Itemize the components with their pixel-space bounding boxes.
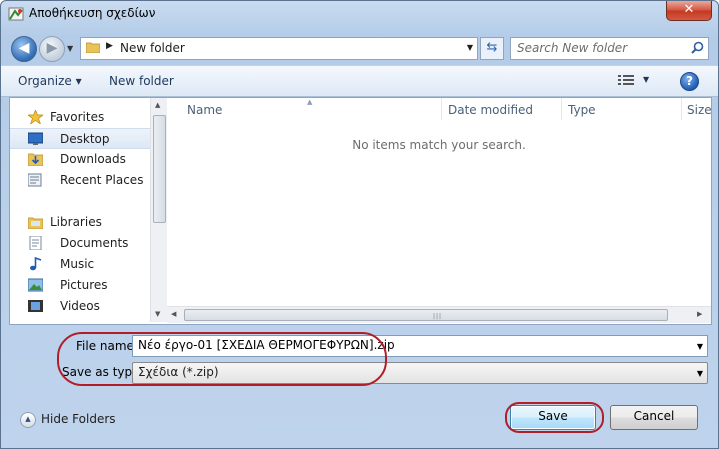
view-options-icon[interactable] [618, 74, 634, 87]
videos-icon [28, 300, 43, 312]
documents-icon [29, 236, 42, 250]
sidebar-item-label: Music [60, 257, 95, 271]
column-divider[interactable] [561, 98, 562, 120]
breadcrumb-new-folder[interactable]: New folder [120, 41, 185, 55]
hide-folders-button[interactable]: ▲ Hide Folders [20, 411, 120, 429]
folder-icon [86, 42, 100, 53]
column-divider[interactable] [681, 98, 682, 120]
sidebar-item-label: Favorites [50, 110, 105, 124]
file-name-dropdown-arrow[interactable]: ▼ [697, 342, 703, 351]
view-dropdown-arrow[interactable]: ▼ [643, 75, 649, 84]
column-divider[interactable] [441, 98, 442, 120]
app-icon [8, 7, 24, 21]
sidebar-item-music[interactable]: Music [10, 254, 150, 275]
scroll-thumb[interactable]: ||| [184, 309, 668, 321]
forward-button[interactable]: ▶ [39, 36, 65, 62]
column-header-type[interactable]: Type [568, 103, 596, 117]
recent-pages-dropdown[interactable]: ▼ [67, 44, 73, 53]
save-button[interactable]: Save [510, 405, 596, 430]
scroll-left-arrow[interactable]: ◀ [171, 310, 176, 318]
search-box[interactable]: Search New folder [510, 37, 709, 60]
search-icon[interactable] [691, 41, 704, 54]
sidebar-item-label: Libraries [50, 215, 102, 229]
help-icon[interactable]: ? [680, 72, 699, 91]
scroll-down-arrow[interactable]: ▼ [155, 310, 160, 318]
sidebar-item-label: Videos [60, 299, 100, 313]
recent-places-icon [28, 173, 42, 187]
downloads-folder-icon [28, 153, 43, 166]
file-name-input[interactable] [133, 336, 686, 354]
command-toolbar: Organize ▾ New folder ▼ ? [1, 65, 718, 97]
close-button[interactable]: ✕ [666, 1, 712, 21]
refresh-button[interactable]: ⇆ [480, 37, 504, 60]
address-dropdown-arrow[interactable]: ▼ [467, 43, 473, 52]
sidebar-group-favorites[interactable]: Favorites [10, 107, 150, 128]
sidebar-group-libraries[interactable]: Libraries [10, 212, 150, 233]
navigation-pane: Favorites Desktop Downloads Recent Place… [10, 98, 150, 322]
column-header-size[interactable]: Size [687, 103, 712, 117]
nav-pane-scrollbar[interactable]: ▲ ▼ [150, 98, 167, 322]
organize-button[interactable]: Organize ▾ [18, 74, 82, 88]
new-folder-button[interactable]: New folder [109, 74, 174, 88]
column-header-name[interactable]: Name [187, 103, 222, 117]
sidebar-item-label: Downloads [60, 152, 126, 166]
title-bar: Αποθήκευση σχεδίων ✕ [1, 1, 718, 29]
scroll-grip-icon: ||| [433, 313, 443, 320]
address-bar[interactable]: ▶ New folder ▼ [80, 37, 478, 60]
music-icon [30, 257, 42, 271]
pictures-icon [28, 278, 43, 292]
save-as-type-value: Σχέδια (*.zip) [138, 365, 219, 379]
column-header-date-modified[interactable]: Date modified [448, 103, 533, 117]
file-list-horizontal-scrollbar[interactable]: ◀ ||| ▶ [167, 306, 711, 323]
empty-folder-message: No items match your search. [352, 138, 526, 152]
sidebar-item-desktop[interactable]: Desktop [10, 128, 150, 149]
chevron-up-icon: ▲ [20, 412, 36, 428]
scroll-right-arrow[interactable]: ▶ [697, 310, 702, 318]
window-title: Αποθήκευση σχεδίων [29, 6, 156, 20]
browser-area: Favorites Desktop Downloads Recent Place… [9, 97, 712, 325]
sidebar-item-label: Desktop [60, 132, 110, 146]
search-input[interactable]: Search New folder [517, 41, 627, 55]
desktop-icon [28, 132, 43, 145]
sidebar-item-pictures[interactable]: Pictures [10, 275, 150, 296]
sidebar-item-videos[interactable]: Videos [10, 296, 150, 317]
scroll-up-arrow[interactable]: ▲ [155, 101, 160, 109]
star-icon [28, 110, 43, 124]
sidebar-item-label: Documents [60, 236, 129, 250]
save-as-type-dropdown-arrow[interactable]: ▼ [697, 369, 703, 378]
back-button[interactable]: ◀ [11, 36, 37, 62]
sidebar-item-label: Recent Places [60, 173, 144, 187]
save-dialog-window: Αποθήκευση σχεδίων ✕ ◀ ▶ ▼ ▶ New folder … [0, 0, 719, 449]
scroll-thumb[interactable] [153, 115, 166, 223]
file-name-label: File name: [76, 339, 138, 353]
sidebar-item-recent-places[interactable]: Recent Places [10, 170, 150, 191]
breadcrumb-separator[interactable]: ▶ [106, 41, 113, 51]
save-as-type-select[interactable]: Σχέδια (*.zip) ▼ [132, 362, 708, 384]
file-name-combobox[interactable]: ▼ [132, 335, 708, 357]
sort-indicator-icon: ▲ [307, 98, 313, 106]
file-list: ▲ Name Date modified Type Size No items … [167, 98, 712, 323]
cancel-button[interactable]: Cancel [610, 405, 698, 430]
sidebar-item-label: Pictures [60, 278, 108, 292]
hide-folders-label: Hide Folders [41, 412, 116, 426]
sidebar-item-documents[interactable]: Documents [10, 233, 150, 254]
sidebar-item-downloads[interactable]: Downloads [10, 149, 150, 170]
libraries-icon [28, 217, 43, 229]
